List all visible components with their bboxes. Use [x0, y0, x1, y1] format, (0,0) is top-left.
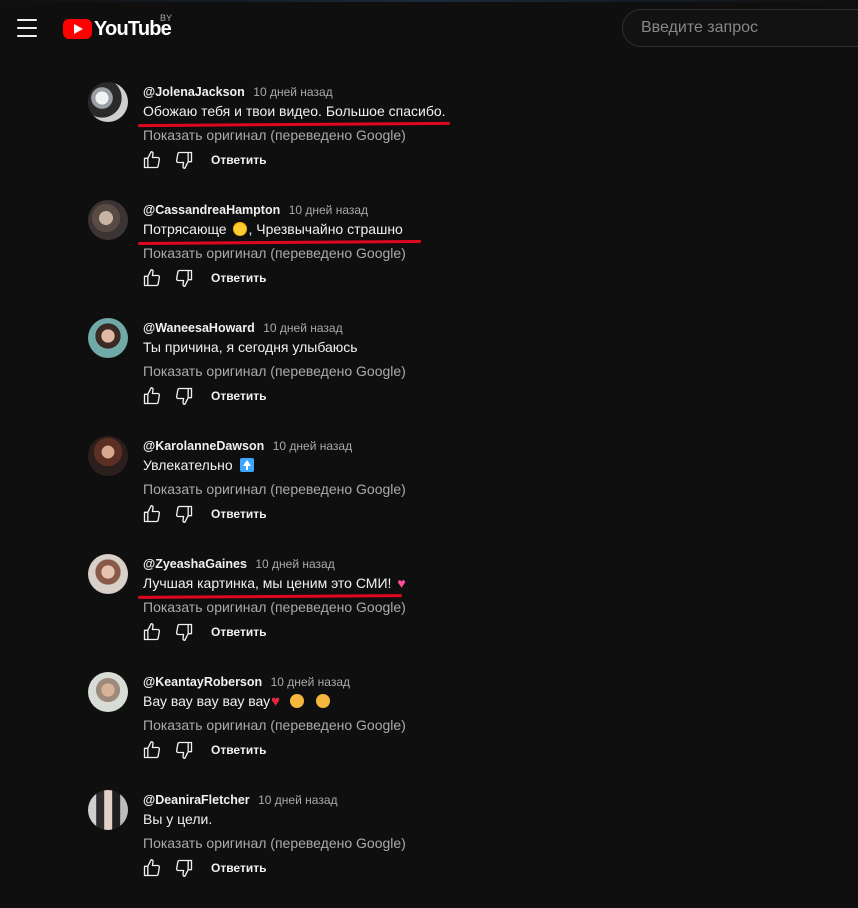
comment: @DeaniraFletcher 10 дней назад Вы у цели… — [0, 790, 858, 908]
play-icon — [63, 19, 92, 39]
comment-actions: Ответить — [140, 739, 266, 761]
region-code: BY — [160, 13, 173, 23]
comment: @KeantayRoberson 10 дней назад Вау вау в… — [0, 672, 858, 790]
comment: @WaneesaHoward 10 дней назад Ты причина,… — [0, 318, 858, 436]
show-original-link[interactable]: Показать оригинал (переведено Google) — [143, 717, 406, 733]
show-original-link[interactable]: Показать оригинал (переведено Google) — [143, 245, 406, 261]
avatar[interactable] — [88, 672, 128, 712]
comment-author[interactable]: @WaneesaHoward — [143, 321, 255, 335]
reply-button[interactable]: Ответить — [211, 625, 266, 639]
thumbs-down-icon[interactable] — [172, 621, 196, 643]
comment-author[interactable]: @ZyeashaGaines — [143, 557, 247, 571]
comment-author[interactable]: @KeantayRoberson — [143, 675, 262, 689]
comment-actions: Ответить — [140, 267, 266, 289]
heart-eyes-emoji — [232, 222, 247, 236]
thumbs-down-icon[interactable] — [172, 267, 196, 289]
thumbs-up-icon[interactable] — [140, 149, 164, 171]
cat-heart-eyes-emoji — [315, 694, 330, 708]
comment-actions: Ответить — [140, 857, 266, 879]
show-original-link[interactable]: Показать оригинал (переведено Google) — [143, 127, 406, 143]
hamburger-menu-icon[interactable] — [13, 16, 41, 40]
thumbs-down-icon[interactable] — [172, 503, 196, 525]
up-arrow-emoji — [239, 458, 254, 472]
thumbs-down-icon[interactable] — [172, 385, 196, 407]
comment-text: Вау вау вау вау вау♥ — [143, 693, 332, 710]
comment-time[interactable]: 10 дней назад — [253, 85, 332, 99]
reply-button[interactable]: Ответить — [211, 743, 266, 757]
thumbs-up-icon[interactable] — [140, 267, 164, 289]
comment-text: Ты причина, я сегодня улыбаюсь — [143, 339, 358, 355]
avatar[interactable] — [88, 200, 128, 240]
comment-text: Обожаю тебя и твои видео. Большое спасиб… — [143, 103, 446, 119]
comment-author[interactable]: @KarolanneDawson — [143, 439, 264, 453]
thumbs-up-icon[interactable] — [140, 857, 164, 879]
comment: @KarolanneDawson 10 дней назад Увлекател… — [0, 436, 858, 554]
thumbs-up-icon[interactable] — [140, 621, 164, 643]
reply-button[interactable]: Ответить — [211, 153, 266, 167]
avatar[interactable] — [88, 790, 128, 830]
comment-text: Увлекательно — [143, 457, 254, 473]
comment: @ZyeashaGaines 10 дней назад Лучшая карт… — [0, 554, 858, 672]
top-border — [0, 0, 858, 2]
thumbs-up-icon[interactable] — [140, 739, 164, 761]
comment-actions: Ответить — [140, 149, 266, 171]
red-heart-emoji: ♥ — [271, 693, 281, 710]
comment-time[interactable]: 10 дней назад — [255, 557, 334, 571]
comment: @JolenaJackson 10 дней назад Обожаю тебя… — [0, 82, 858, 200]
search-input[interactable] — [639, 18, 843, 38]
thumbs-down-icon[interactable] — [172, 149, 196, 171]
comment-time[interactable]: 10 дней назад — [263, 321, 342, 335]
comment-time[interactable]: 10 дней назад — [273, 439, 352, 453]
avatar[interactable] — [88, 436, 128, 476]
reply-button[interactable]: Ответить — [211, 271, 266, 285]
show-original-link[interactable]: Показать оригинал (переведено Google) — [143, 835, 406, 851]
cat-heart-eyes-emoji — [289, 694, 304, 708]
comment-actions: Ответить — [140, 621, 266, 643]
comment-text: Лучшая картинка, мы ценим это СМИ! ♥ — [143, 575, 406, 591]
comment-text: Вы у цели. — [143, 811, 213, 827]
comment-actions: Ответить — [140, 503, 266, 525]
search-box[interactable] — [622, 9, 858, 47]
comment-author[interactable]: @DeaniraFletcher — [143, 793, 250, 807]
avatar[interactable] — [88, 82, 128, 122]
avatar[interactable] — [88, 554, 128, 594]
show-original-link[interactable]: Показать оригинал (переведено Google) — [143, 599, 406, 615]
comment-time[interactable]: 10 дней назад — [271, 675, 350, 689]
avatar[interactable] — [88, 318, 128, 358]
reply-button[interactable]: Ответить — [211, 861, 266, 875]
comment-time[interactable]: 10 дней назад — [258, 793, 337, 807]
thumbs-down-icon[interactable] — [172, 739, 196, 761]
show-original-link[interactable]: Показать оригинал (переведено Google) — [143, 481, 406, 497]
masthead: YouTube BY — [0, 0, 858, 56]
thumbs-down-icon[interactable] — [172, 857, 196, 879]
comment-actions: Ответить — [140, 385, 266, 407]
comment-author[interactable]: @JolenaJackson — [143, 85, 245, 99]
thumbs-up-icon[interactable] — [140, 503, 164, 525]
show-original-link[interactable]: Показать оригинал (переведено Google) — [143, 363, 406, 379]
sparkling-heart-emoji: ♥ — [397, 575, 406, 591]
thumbs-up-icon[interactable] — [140, 385, 164, 407]
comment: @CassandreaHampton 10 дней назад Потряса… — [0, 200, 858, 318]
reply-button[interactable]: Ответить — [211, 507, 266, 521]
youtube-logo[interactable]: YouTube — [63, 17, 172, 41]
comment-author[interactable]: @CassandreaHampton — [143, 203, 280, 217]
reply-button[interactable]: Ответить — [211, 389, 266, 403]
comment-text: Потрясающе , Чрезвычайно страшно — [143, 221, 403, 237]
comment-time[interactable]: 10 дней назад — [289, 203, 368, 217]
